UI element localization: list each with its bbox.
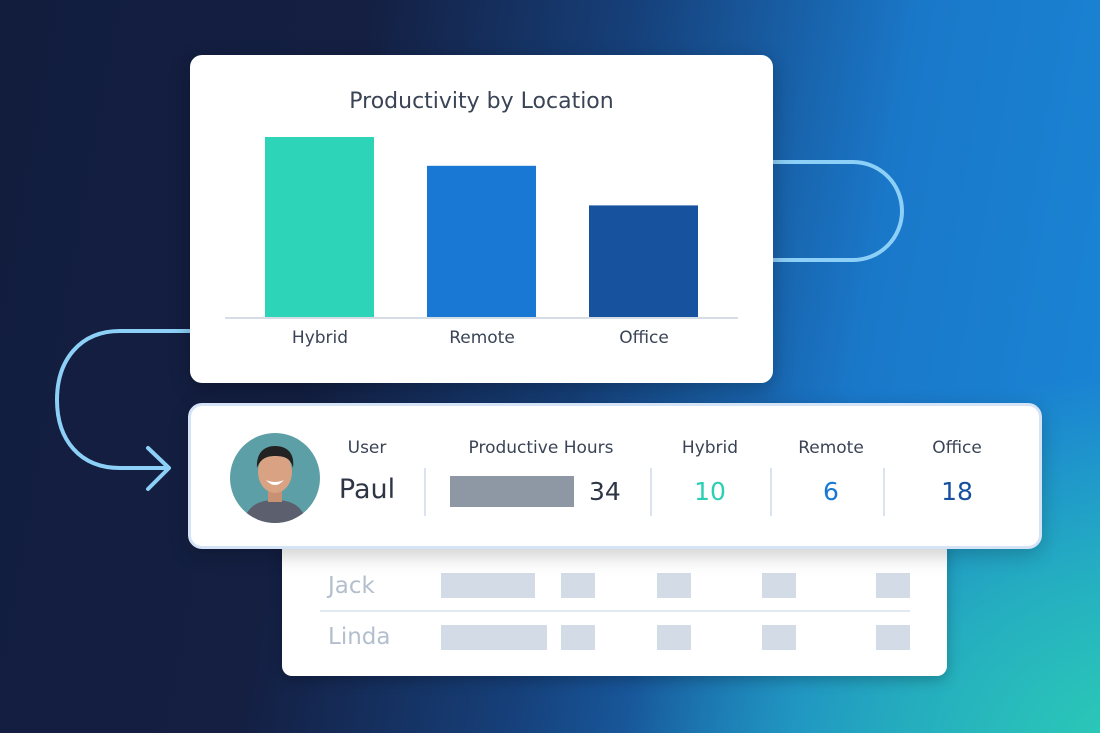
placeholder-bar <box>441 573 535 598</box>
user-name: Paul <box>338 474 396 505</box>
row-divider <box>320 610 910 612</box>
x-tick-label: Office <box>619 328 669 348</box>
x-tick-label: Hybrid <box>291 328 349 348</box>
user-row-card: User Paul Productive Hours 34 Hybrid 10 … <box>188 403 1042 549</box>
placeholder-cell <box>657 625 691 650</box>
column-header-productive-hours: Productive Hours <box>468 438 614 458</box>
productive-hours-bar <box>450 476 574 507</box>
placeholder-cell <box>657 573 691 598</box>
x-tick-label: Remote <box>449 328 515 348</box>
column-header-office: Office <box>932 438 982 458</box>
curved-connector <box>54 329 200 470</box>
loop-connector <box>760 160 904 262</box>
column-header-user: User <box>347 438 387 458</box>
remote-value: 6 <box>823 477 839 506</box>
other-users-table: Jack Linda <box>282 540 947 676</box>
placeholder-cell <box>561 625 595 650</box>
bar-hybrid <box>265 137 374 317</box>
placeholder-cell <box>762 573 796 598</box>
row-name: Jack <box>328 573 375 599</box>
productive-hours-value: 34 <box>589 477 621 506</box>
row-name: Linda <box>328 624 391 650</box>
placeholder-bar <box>441 625 547 650</box>
bar-office <box>589 205 698 317</box>
column-divider <box>424 468 426 516</box>
bar-remote <box>427 165 536 317</box>
hybrid-value: 10 <box>694 477 726 506</box>
placeholder-cell <box>762 625 796 650</box>
placeholder-cell <box>561 573 595 598</box>
office-value: 18 <box>941 477 973 506</box>
chart-card: Productivity by Location Hybrid Remote O… <box>190 55 773 383</box>
placeholder-cell <box>876 625 910 650</box>
column-divider <box>883 468 885 516</box>
placeholder-cell <box>876 573 910 598</box>
